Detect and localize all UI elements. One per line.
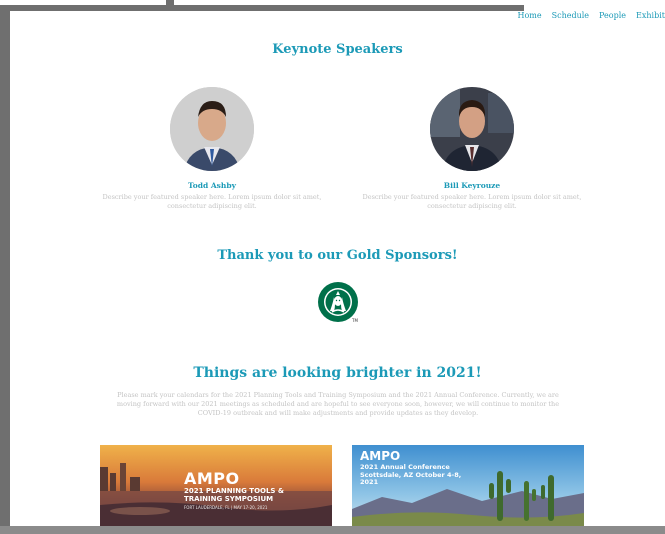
- top-nav: Home Schedule People Exhibit: [517, 11, 665, 20]
- banner-title: AMPO: [184, 469, 240, 488]
- speaker-description: Describe your featured speaker here. Lor…: [362, 193, 582, 210]
- frame-bottom-border: [0, 526, 665, 534]
- speaker-description: Describe your featured speaker here. Lor…: [102, 193, 322, 210]
- keynote-heading: Keynote Speakers: [272, 42, 403, 57]
- sponsors-heading: Thank you to our Gold Sponsors!: [217, 248, 458, 263]
- banner-title: AMPO: [360, 449, 401, 463]
- frame-left-border: [0, 5, 10, 534]
- speaker-name: Bill Keyrouze: [443, 181, 501, 190]
- annual-conference-banner[interactable]: AMPO 2021 Annual Conference Scottsdale, …: [352, 445, 584, 526]
- nav-people-link[interactable]: People: [599, 11, 626, 20]
- speaker-name: Todd Ashby: [188, 181, 236, 190]
- speaker-card: Bill Keyrouze Describe your featured spe…: [342, 87, 602, 211]
- web-page: Home Schedule People Exhibit Keynote Spe…: [10, 11, 665, 526]
- announcement-heading: Things are looking brighter in 2021!: [193, 365, 482, 381]
- speaker-photo: [170, 87, 254, 171]
- announcement-body: Please mark your calendars for the 2021 …: [116, 391, 560, 417]
- speaker-photo: [430, 87, 514, 171]
- banner-subtitle: 2021 PLANNING TOOLS & TRAINING SYMPOSIUM: [184, 487, 285, 503]
- trademark-mark: TM: [352, 318, 358, 323]
- nav-schedule-link[interactable]: Schedule: [552, 11, 589, 20]
- banner-subtitle: 2021 Annual Conference Scottsdale, AZ Oc…: [360, 463, 462, 486]
- banner-date: FORT LAUDERDALE, FL | MAY 17-20, 2021: [184, 505, 268, 510]
- nav-home-link[interactable]: Home: [517, 11, 541, 20]
- speaker-card: Todd Ashby Describe your featured speake…: [82, 87, 342, 211]
- nav-exhibit-link[interactable]: Exhibit: [636, 11, 665, 20]
- starbucks-logo[interactable]: [317, 281, 359, 323]
- symposium-banner[interactable]: AMPO 2021 PLANNING TOOLS & TRAINING SYMP…: [100, 445, 332, 526]
